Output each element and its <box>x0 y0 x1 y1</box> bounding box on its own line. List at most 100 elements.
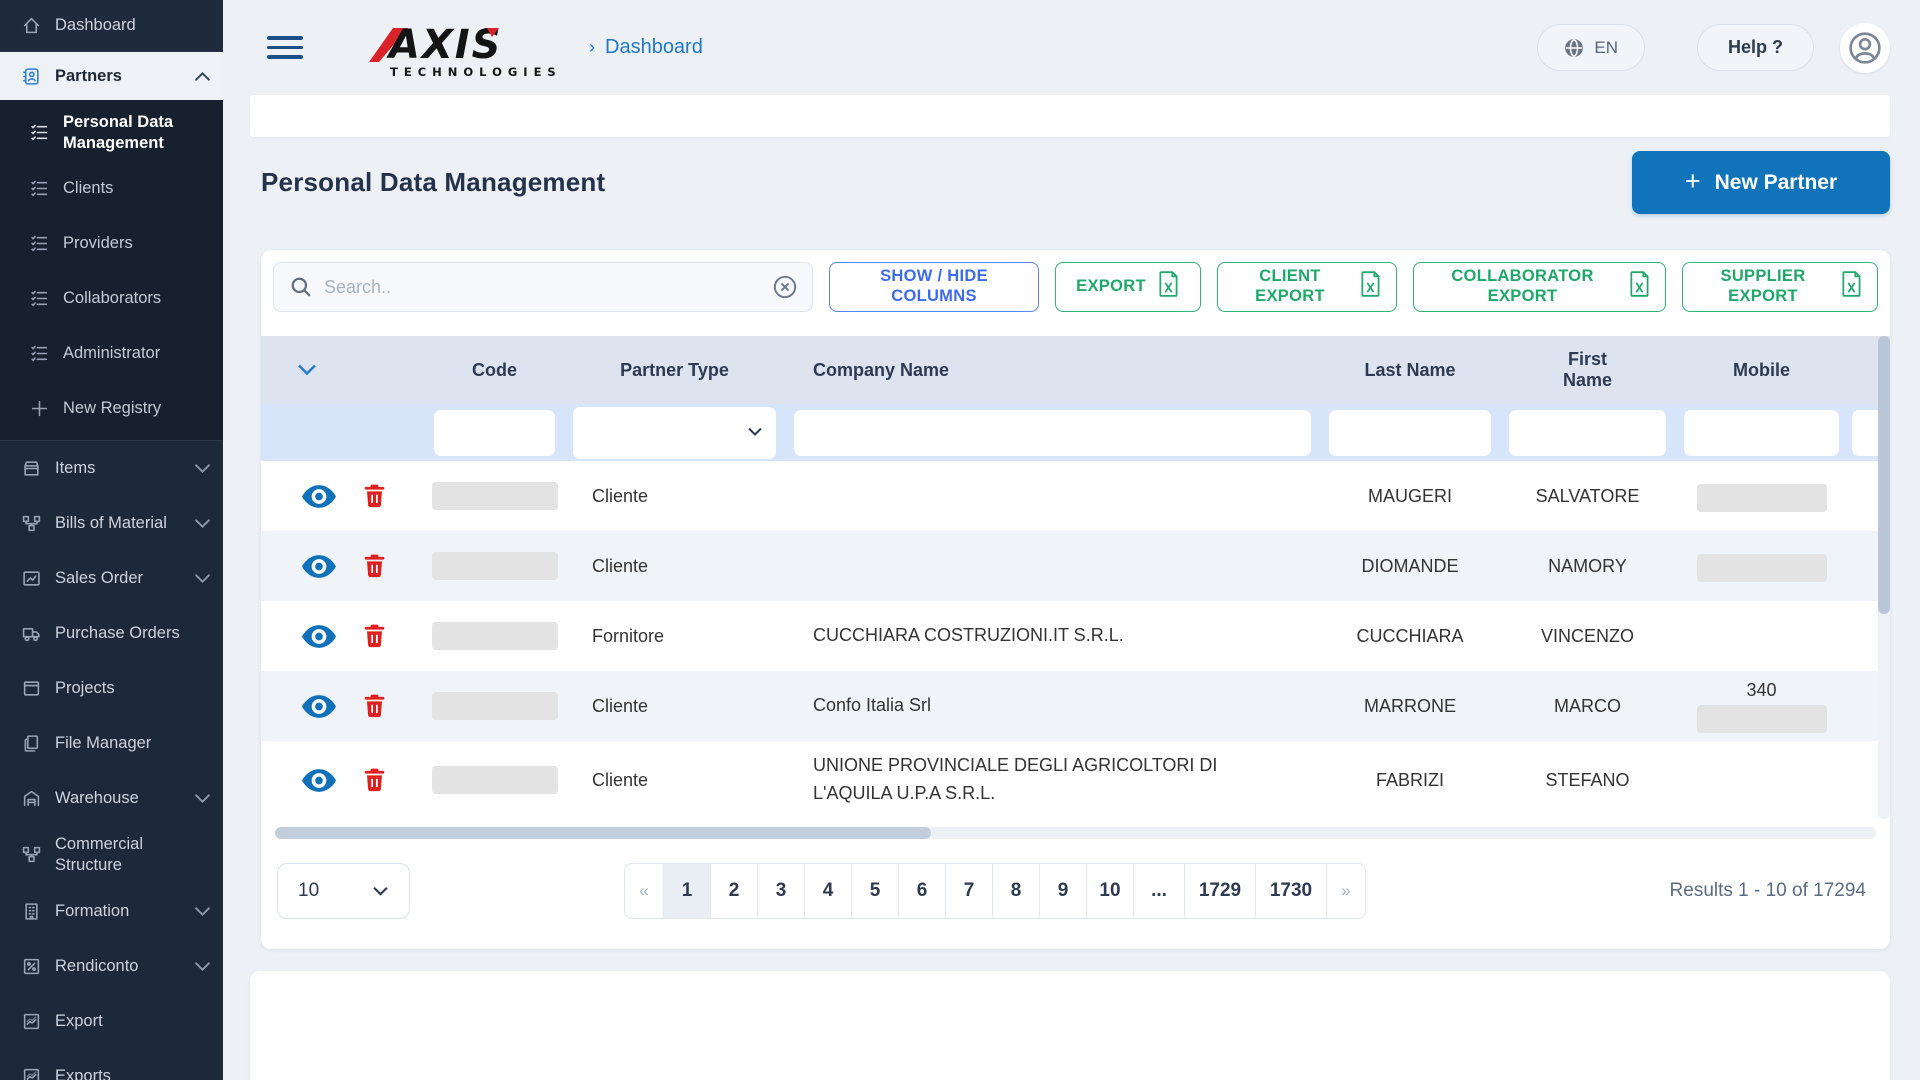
page-button-7[interactable]: 7 <box>945 863 993 919</box>
home-icon <box>22 16 42 35</box>
last-name-cell: MARRONE <box>1320 696 1500 717</box>
sidebar-item-administrator[interactable]: Administrator <box>0 326 223 381</box>
delete-button[interactable] <box>364 624 385 648</box>
redacted-code <box>432 766 558 794</box>
pager-last-button[interactable]: » <box>1326 863 1366 919</box>
client-export-button[interactable]: CLIENT EXPORT <box>1217 262 1397 312</box>
delete-button[interactable] <box>364 768 385 792</box>
page-button-1[interactable]: 1 <box>663 863 711 919</box>
menu-toggle-icon[interactable] <box>267 30 303 65</box>
table-horizontal-scrollbar[interactable] <box>275 827 1876 839</box>
view-button[interactable] <box>302 485 336 508</box>
sidebar-item-personal-data-management[interactable]: Personal Data Management <box>0 104 223 161</box>
table-vertical-scrollbar[interactable] <box>1878 336 1890 819</box>
sidebar-item-providers[interactable]: Providers <box>0 216 223 271</box>
filter-first-name-input[interactable] <box>1509 410 1666 456</box>
view-button[interactable] <box>302 769 336 792</box>
delete-button[interactable] <box>364 694 385 718</box>
view-button[interactable] <box>302 625 336 648</box>
sidebar-item-collaborators[interactable]: Collaborators <box>0 271 223 326</box>
language-label: EN <box>1594 38 1618 58</box>
delete-button[interactable] <box>364 554 385 578</box>
delete-button[interactable] <box>364 484 385 508</box>
page-button-10[interactable]: 10 <box>1086 863 1134 919</box>
filter-last-name-input[interactable] <box>1329 410 1491 456</box>
supplier-export-button[interactable]: SUPPLIER EXPORT <box>1682 262 1878 312</box>
filter-code-input[interactable] <box>434 410 555 456</box>
view-button[interactable] <box>302 555 336 578</box>
filter-hidden-column-input[interactable] <box>1852 410 1878 456</box>
warehouse-icon <box>22 789 42 808</box>
chevron-down-icon <box>194 793 211 804</box>
company-name-cell <box>785 490 1320 502</box>
user-avatar[interactable] <box>1840 23 1890 73</box>
plus-icon: + <box>1685 166 1701 197</box>
column-header-code: Code <box>425 360 564 381</box>
secondary-header-strip <box>250 95 1890 137</box>
page-button-6[interactable]: 6 <box>898 863 946 919</box>
help-button[interactable]: Help ? <box>1697 24 1814 71</box>
sidebar-item-label: Exports <box>55 1066 211 1080</box>
page-button-8[interactable]: 8 <box>992 863 1040 919</box>
collaborator-export-button[interactable]: COLLABORATOR EXPORT <box>1413 262 1666 312</box>
table-row: Cliente Confo Italia Srl MARRONE MARCO 3… <box>261 671 1890 741</box>
page-button-4[interactable]: 4 <box>804 863 852 919</box>
sidebar-item-exports[interactable]: Exports <box>0 1049 223 1080</box>
company-name-cell <box>785 560 1320 572</box>
sidebar-item-label: Commercial Structure <box>55 834 211 875</box>
sidebar-item-file-manager[interactable]: File Manager <box>0 716 223 771</box>
page-button-1729[interactable]: 1729 <box>1184 863 1256 919</box>
filter-company-name-input[interactable] <box>794 410 1311 456</box>
page-button-3[interactable]: 3 <box>757 863 805 919</box>
export-button[interactable]: EXPORT <box>1055 262 1201 312</box>
chevron-down-icon <box>194 463 211 474</box>
breadcrumb-chevron-icon: › <box>589 37 595 58</box>
redacted-code <box>432 552 558 580</box>
sidebar-item-clients[interactable]: Clients <box>0 161 223 216</box>
sidebar-item-warehouse[interactable]: Warehouse <box>0 771 223 826</box>
sidebar-item-dashboard[interactable]: Dashboard <box>0 0 223 52</box>
sidebar-item-bills-of-material[interactable]: Bills of Material <box>0 496 223 551</box>
breadcrumb-label: Dashboard <box>605 36 703 59</box>
sidebar-item-label: Items <box>55 458 181 479</box>
sidebar-item-partners[interactable]: Partners <box>0 52 223 100</box>
horizontal-scrollbar-thumb[interactable] <box>275 827 931 839</box>
sidebar-item-sales-order[interactable]: Sales Order <box>0 551 223 606</box>
first-name-cell: SALVATORE <box>1500 486 1675 507</box>
redacted-code <box>432 622 558 650</box>
language-selector[interactable]: EN <box>1537 24 1645 71</box>
chevron-down-icon <box>194 573 211 584</box>
sidebar-item-new-registry[interactable]: New Registry <box>0 381 223 436</box>
sidebar-item-commercial-structure[interactable]: Commercial Structure <box>0 826 223 883</box>
page-button-2[interactable]: 2 <box>710 863 758 919</box>
page-button-5[interactable]: 5 <box>851 863 899 919</box>
sidebar-item-formation[interactable]: Formation <box>0 884 223 939</box>
view-button[interactable] <box>302 695 336 718</box>
filter-partner-type-select[interactable] <box>573 407 776 459</box>
sidebar-item-items[interactable]: Items <box>0 441 223 496</box>
new-partner-button[interactable]: + New Partner <box>1632 151 1890 214</box>
clear-search-icon[interactable] <box>772 274 798 300</box>
select-all-dropdown[interactable] <box>261 364 425 376</box>
page-size-select[interactable]: 10 <box>277 863 410 919</box>
page-button-1730[interactable]: 1730 <box>1255 863 1327 919</box>
breadcrumb[interactable]: › Dashboard <box>589 36 703 59</box>
sidebar-item-label: Projects <box>55 678 211 699</box>
page-button-9[interactable]: 9 <box>1039 863 1087 919</box>
sidebar-item-export[interactable]: Export <box>0 994 223 1049</box>
export-chart-icon <box>22 1067 42 1080</box>
vertical-scrollbar-thumb[interactable] <box>1878 336 1890 614</box>
company-name-cell: CUCCHIARA COSTRUZIONI.IT S.R.L. <box>785 616 1320 656</box>
show-hide-columns-button[interactable]: SHOW / HIDE COLUMNS <box>829 262 1039 312</box>
first-name-cell: VINCENZO <box>1500 626 1675 647</box>
sidebar-item-projects[interactable]: Projects <box>0 661 223 716</box>
pager-first-button[interactable]: « <box>624 863 664 919</box>
column-header-company-name: Company Name <box>785 360 1320 381</box>
filter-mobile-input[interactable] <box>1684 410 1839 456</box>
partner-type-cell: Cliente <box>564 486 785 507</box>
table-row: Cliente MAUGERI SALVATORE <box>261 461 1890 531</box>
sidebar-item-purchase-orders[interactable]: Purchase Orders <box>0 606 223 661</box>
sidebar-item-rendiconto[interactable]: Rendiconto <box>0 939 223 994</box>
trash-icon <box>364 768 385 792</box>
search-input[interactable] <box>324 277 760 298</box>
